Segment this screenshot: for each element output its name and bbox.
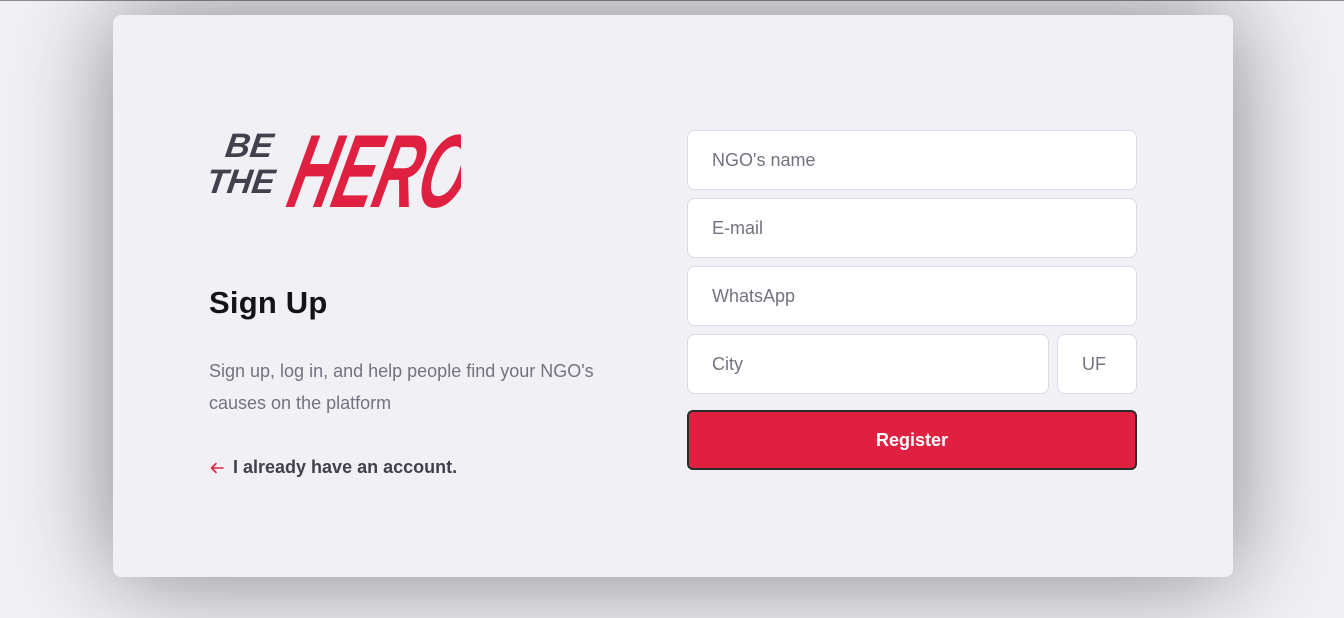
svg-text:HERO: HERO bbox=[279, 113, 461, 219]
login-back-link[interactable]: I already have an account. bbox=[209, 457, 457, 478]
be-the-hero-logo: BE THE HERO bbox=[209, 113, 461, 219]
svg-text:THE: THE bbox=[209, 163, 279, 201]
login-back-link-label: I already have an account. bbox=[233, 457, 458, 477]
page-title: Sign Up bbox=[209, 285, 328, 320]
location-row bbox=[687, 334, 1137, 402]
whatsapp-input[interactable] bbox=[687, 266, 1137, 326]
email-input[interactable] bbox=[687, 198, 1137, 258]
intro-section: BE THE HERO Sign Up Sign up, log in, and… bbox=[209, 15, 629, 577]
register-form: Register bbox=[687, 130, 1137, 470]
register-card: BE THE HERO Sign Up Sign up, log in, and… bbox=[113, 15, 1233, 577]
city-input[interactable] bbox=[687, 334, 1049, 394]
svg-text:BE: BE bbox=[223, 127, 277, 165]
arrow-left-icon bbox=[210, 462, 224, 473]
page-description: Sign up, log in, and help people find yo… bbox=[209, 361, 594, 413]
ngo-name-input[interactable] bbox=[687, 130, 1137, 190]
register-button[interactable]: Register bbox=[687, 410, 1137, 470]
uf-input[interactable] bbox=[1057, 334, 1137, 394]
window-top-border bbox=[0, 0, 1344, 1]
